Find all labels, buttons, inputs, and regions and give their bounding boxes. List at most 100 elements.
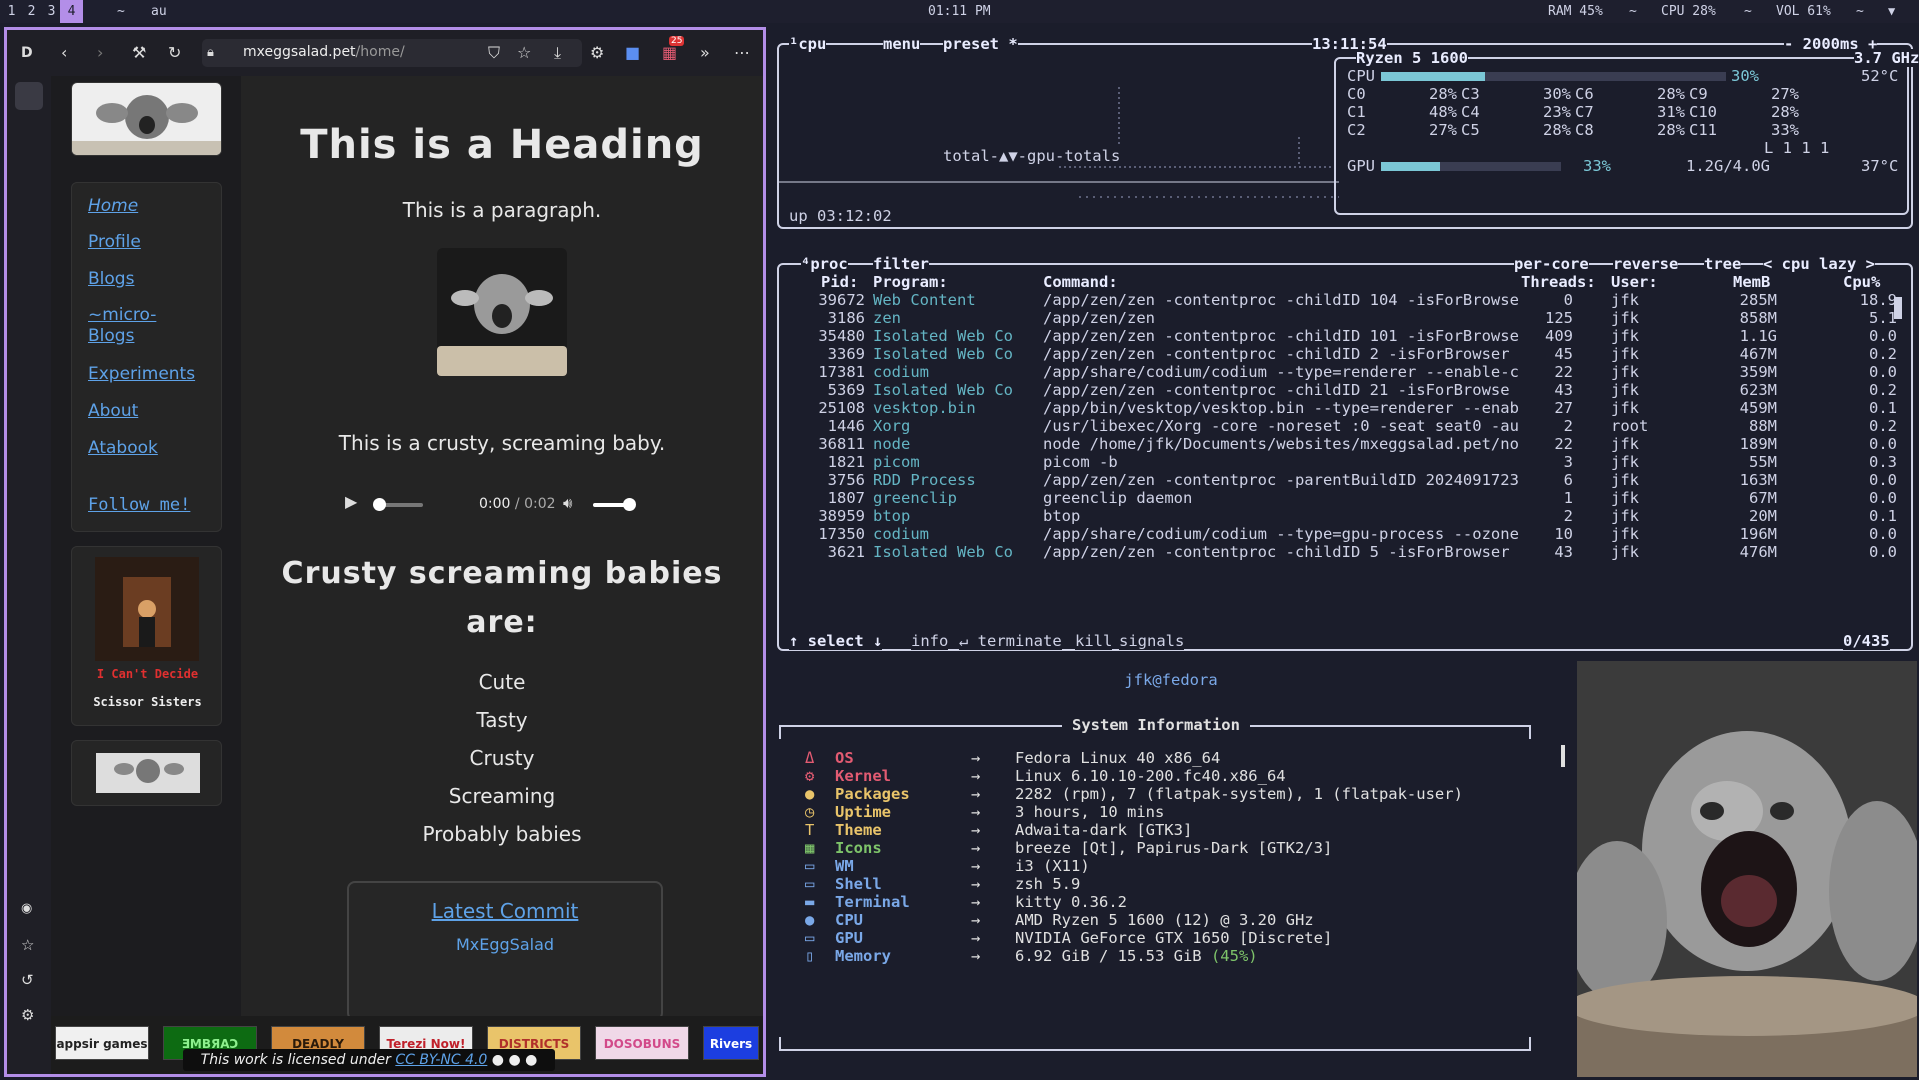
process-row[interactable]: 1821 picom picom -b 3 jfk 55M 0.3 (771, 453, 1911, 471)
i3-status-bar: 1 2 3 4 ~ au 01:11 PM RAM 45% ~ CPU 28% … (0, 0, 1919, 23)
process-row[interactable]: 3186 zen/app/zen/zen 125 jfk 858M 5.1 (771, 309, 1911, 327)
process-row[interactable]: 3621 Isolated Web Co/app/zen/zen -content… (771, 543, 1911, 561)
proc-scrollbar[interactable] (1894, 297, 1902, 319)
fetch-border-corner (1529, 1037, 1531, 1051)
star-icon[interactable]: ☆ (21, 936, 34, 954)
process-row[interactable]: 17381 codium/app/share/codium/codium --ty… (771, 363, 1911, 381)
small-baby-card (71, 740, 222, 806)
fetch-label: Kernel (835, 767, 891, 785)
album-cover-image[interactable] (95, 557, 199, 661)
site-logo[interactable] (71, 82, 222, 156)
back-icon[interactable]: ‹ (61, 43, 67, 63)
process-cell: root (1611, 417, 1649, 435)
process-cell: 5369 (827, 381, 865, 399)
signals-hint[interactable]: signals (1119, 632, 1185, 650)
fetch-label: Shell (835, 875, 882, 893)
process-row[interactable]: 25108 vesktop.bin/app/bin/vesktop/vesktop… (771, 399, 1911, 417)
reload-icon[interactable]: ↻ (168, 43, 181, 63)
process-row[interactable]: 17350 codium/app/share/codium/codium --ty… (771, 525, 1911, 543)
nav-about[interactable]: About (88, 401, 138, 422)
process-row[interactable]: 39672 Web Content/app/zen/zen -contentpro… (771, 291, 1911, 309)
kill-hint[interactable]: kill (1075, 632, 1113, 650)
nav-profile[interactable]: Profile (88, 232, 141, 253)
nav-blogs[interactable]: Blogs (88, 269, 134, 290)
process-row[interactable]: 3756 RDD Process/app/zen/zen -contentproc… (771, 471, 1911, 489)
sort-selector[interactable]: < cpu lazy > (1763, 255, 1875, 273)
extensions-icon[interactable]: ⚙ (590, 43, 604, 63)
88x31-button[interactable]: DOSOBUNS (595, 1026, 689, 1060)
wifi-icon[interactable]: ▼ (1888, 0, 1895, 23)
process-cell: 3621 (827, 543, 865, 561)
proc-tab[interactable]: ⁴proc (801, 255, 848, 273)
ublock-icon[interactable]: ▦ (662, 43, 677, 63)
url-text[interactable]: mxeggsalad.pet/home/ (243, 44, 405, 60)
album-title: I Can't Decide (96, 667, 199, 681)
88x31-button[interactable]: appsir games (55, 1026, 149, 1060)
process-row[interactable]: 1446 Xorg/usr/libexec/Xorg -core -noreset… (771, 417, 1911, 435)
menu-icon[interactable]: ⋯ (734, 43, 750, 63)
nav-experiments[interactable]: Experiments (88, 364, 195, 385)
profile-button[interactable]: D (21, 43, 33, 63)
arrow-icon: → (971, 857, 981, 875)
preset-button[interactable]: preset * (943, 35, 1018, 53)
shield-icon[interactable]: ⛉ (488, 43, 500, 63)
bitwarden-icon[interactable]: ■ (625, 43, 640, 63)
forward-icon[interactable]: › (97, 43, 103, 63)
arrow-icon: → (971, 767, 981, 785)
cpu-tab[interactable]: ¹cpu (789, 35, 827, 53)
core-percent: 28% (1429, 85, 1457, 103)
image-caption: This is a crusty, screaming baby. (338, 431, 666, 455)
settings-gear-icon[interactable]: ⚙ (21, 1006, 34, 1024)
process-cell: picom -b (1043, 453, 1118, 471)
gpu-icon: ▭ (805, 929, 815, 947)
process-row[interactable]: 1807 greenclip greenclip daemon 1 jfk 67M 0.0 (771, 489, 1911, 507)
workspace-4[interactable]: 4 (60, 0, 83, 23)
process-cell: 623M (1739, 381, 1777, 399)
process-row[interactable]: 36811 node node /home/jfk/Documents/websit… (771, 435, 1911, 453)
license-link[interactable]: CC BY-NC 4.0 (395, 1052, 487, 1068)
process-count: 0/435 (1843, 632, 1890, 650)
nav-micro-blogs-2[interactable]: Blogs (88, 326, 134, 347)
commit-repo-link[interactable]: MxEggSalad (349, 935, 661, 954)
select-hint[interactable]: ↑ select ↓ (789, 632, 883, 650)
reverse-toggle[interactable]: reverse (1613, 255, 1679, 273)
audio-volume-thumb[interactable] (623, 498, 636, 511)
subheading-line-1: Crusty screaming babies (281, 556, 723, 591)
process-row[interactable]: 35480 Isolated Web Co/app/zen/zen -conten… (771, 327, 1911, 345)
info-hint[interactable]: info (911, 632, 949, 650)
process-cell: 43 (1554, 381, 1573, 399)
terminate-hint[interactable]: ↵ terminate (959, 632, 1062, 650)
nav-home[interactable]: Home (88, 196, 138, 217)
process-cell: Isolated Web Co (873, 543, 1013, 561)
arrow-icon: → (971, 785, 981, 803)
play-icon[interactable]: ▶ (345, 492, 357, 511)
latest-commit-link[interactable]: Latest Commit (349, 899, 661, 923)
workspace-dot-icon[interactable]: ◉ (21, 901, 32, 916)
core-label: C8 (1575, 121, 1594, 139)
overflow-icon[interactable]: » (700, 43, 710, 63)
history-icon[interactable]: ↺ (21, 971, 34, 989)
process-cell: 1 (1563, 489, 1573, 507)
nav-micro-blogs-1[interactable]: ~micro- (88, 305, 156, 326)
fetch-label: Memory (835, 947, 891, 965)
process-row[interactable]: 5369 Isolated Web Co/app/zen/zen -content… (771, 381, 1911, 399)
fetch-label: GPU (835, 929, 863, 947)
process-row[interactable]: 3369 Isolated Web Co/app/zen/zen -content… (771, 345, 1911, 363)
nav-follow-me[interactable]: Follow me! (88, 495, 190, 516)
bookmark-star-icon[interactable]: ☆ (517, 43, 531, 63)
process-row[interactable]: 38959 btop btop 2 jfk 20M 0.1 (771, 507, 1911, 525)
volume-icon[interactable]: 🔊︎ (563, 494, 572, 512)
tree-toggle[interactable]: tree (1704, 255, 1742, 273)
download-icon[interactable]: ⤓ (554, 43, 561, 63)
process-cell: jfk (1611, 507, 1639, 525)
audio-seek-thumb[interactable] (373, 498, 386, 511)
process-cell: 409 (1545, 327, 1573, 345)
tools-icon[interactable]: ⚒ (132, 43, 146, 63)
88x31-button[interactable]: Rivers (703, 1026, 759, 1060)
per-core-toggle[interactable]: per-core (1514, 255, 1589, 273)
nav-atabook[interactable]: Atabook (88, 438, 158, 459)
filter-button[interactable]: filter (873, 255, 929, 273)
menu-button[interactable]: menu (883, 35, 921, 53)
sidebar-pinned-tab[interactable] (15, 82, 43, 110)
fetch-label: Terminal (835, 893, 910, 911)
